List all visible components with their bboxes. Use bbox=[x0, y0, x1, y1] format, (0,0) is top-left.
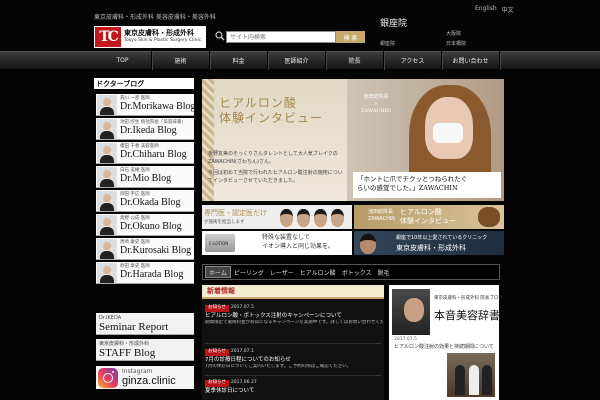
top-links: English 中文 bbox=[475, 5, 514, 14]
dictionary-title: 本音美容辞書 bbox=[434, 309, 500, 322]
nav-item-contact[interactable]: お問い合わせ bbox=[442, 51, 500, 70]
logo-name-en: Tokyo Skin & Plastic Surgery Clinic bbox=[124, 38, 202, 44]
doctor-blog-chiharu[interactable]: 榎田 千春 美容医師 Dr.Chiharu Blog bbox=[96, 142, 194, 164]
avatar bbox=[97, 166, 117, 187]
news-section: 新着情報 お知らせ 2017.07.5 ヒアルロン酸・ボトックス注射のキャンペーン… bbox=[202, 285, 384, 400]
doctor-blog-heading: ドクターブログ bbox=[94, 78, 194, 89]
branch-link-ginza[interactable]: 銀座院 bbox=[380, 40, 395, 47]
status-badge: お知らせ bbox=[205, 380, 229, 387]
tab-laser[interactable]: レーザー bbox=[267, 266, 297, 278]
divider bbox=[205, 343, 381, 344]
banner-quote: 「ホントに爪でチクッとつねられたぐ らいの感覚でした。」ZAWACHIN bbox=[353, 172, 501, 198]
doctor-blog-ikeda[interactable]: 池田 欣生 統括院長「美容辞書」 Dr.Ikeda Blog bbox=[96, 118, 194, 140]
header-tagline: 東京皮膚科・形成外科 美容皮膚科・美容外科 bbox=[94, 14, 216, 21]
avatar bbox=[478, 207, 500, 227]
language-link-english[interactable]: English bbox=[475, 5, 497, 14]
branch-title: 銀座院 bbox=[380, 19, 408, 29]
avatar bbox=[392, 289, 430, 335]
doctor-blog-kurosaki[interactable]: 黒崎 康史 医師 Dr.Kurosaki Blog bbox=[96, 238, 194, 260]
avatar bbox=[314, 209, 327, 227]
nav-item-doctors[interactable]: 医師紹介 bbox=[268, 51, 326, 70]
news-heading: 新着情報 bbox=[202, 285, 384, 299]
doctor-blog-mio[interactable]: 白石 美緒 医師 Dr.Mio Blog bbox=[96, 166, 194, 188]
avatar bbox=[97, 94, 117, 115]
avatar bbox=[97, 262, 117, 283]
nav-item-treatments[interactable]: 施術 bbox=[152, 51, 210, 70]
tab-home[interactable]: ホーム bbox=[205, 266, 231, 278]
list-item[interactable]: お知らせ 2017.07.1 7月の診療日程についてのお知らせ 7月の休診日につい… bbox=[205, 349, 383, 371]
avatar bbox=[97, 214, 117, 235]
list-item[interactable]: お知らせ 2017.06.27 夏季休診日について bbox=[205, 380, 383, 395]
treatment-tabs: ホーム ピーリング レーザー ヒアルロン酸 ボトックス 脱毛 bbox=[202, 264, 500, 280]
search-input[interactable] bbox=[226, 31, 336, 43]
hero-banner-hyaluronic-interview[interactable]: ヒアルロン酸 体験インタビュー 板野友美のそっくりさんタレントとして大人気ブレイ… bbox=[202, 79, 504, 201]
interview-banner-small[interactable]: 池田総院長 ZAWACHIN ヒアルロン酸 体験インタビュー bbox=[354, 205, 504, 229]
doctor-blog-morikawa[interactable]: 森川 一彦 医師 Dr.Morikawa Blog bbox=[96, 94, 196, 116]
tab-botox[interactable]: ボトックス bbox=[339, 266, 375, 278]
seminar-report-link[interactable]: Dr.IKEDA Seminar Report bbox=[96, 313, 194, 335]
post-thumbnail bbox=[447, 353, 495, 397]
banner-description: 板野友美のそっくりさんタレントとして大人気ブレイクのZAWACHIN(ざわちん)… bbox=[208, 151, 343, 184]
lotion-banner[interactable]: C-LOTION 特殊な装置なしで イオン導入と同じ効果を。 bbox=[202, 231, 352, 255]
divider bbox=[205, 375, 381, 376]
avatar bbox=[297, 209, 310, 227]
nav-item-access[interactable]: アクセス bbox=[384, 51, 442, 70]
search-button[interactable]: 検 索 bbox=[336, 31, 365, 43]
nav-item-prices[interactable]: 料金 bbox=[210, 51, 268, 70]
status-badge: お知らせ bbox=[205, 349, 229, 356]
nav-item-director[interactable]: 院長 bbox=[326, 51, 384, 70]
instagram-icon bbox=[98, 367, 118, 388]
avatar bbox=[97, 238, 117, 259]
list-item[interactable]: お知らせ 2017.07.5 ヒアルロン酸・ボトックス注射のキャンペーンについて … bbox=[205, 305, 383, 327]
tab-peeling[interactable]: ピーリング bbox=[231, 266, 267, 278]
avatar bbox=[97, 142, 117, 163]
clinic-banner[interactable]: 銀座で10年以上愛されているクリニック 東京皮膚科・形成外科 bbox=[354, 231, 504, 255]
avatar bbox=[280, 209, 293, 227]
staff-blog-link[interactable]: 東京皮膚科・形成外科 STAFF Blog bbox=[96, 339, 194, 361]
specialist-banner[interactable]: 専門医・認定医だけ が施術を担当します bbox=[202, 205, 352, 229]
logo-mark-icon: TC bbox=[95, 27, 121, 47]
avatar bbox=[360, 234, 376, 254]
language-link-chinese[interactable]: 中文 bbox=[502, 5, 514, 14]
clinic-logo[interactable]: TC 東京皮膚科・形成外科 Tokyo Skin & Plastic Surge… bbox=[94, 26, 206, 48]
main-nav: TOP 施術 料金 医師紹介 院長 アクセス お問い合わせ bbox=[0, 51, 600, 70]
banner-collab-label: 池田総院長 × ZAWACHIN bbox=[361, 94, 391, 114]
branch-link-osaka[interactable]: 大阪院 bbox=[446, 30, 461, 37]
avatar bbox=[97, 190, 117, 211]
nav-item-top[interactable]: TOP bbox=[94, 51, 152, 70]
doctor-blog-okada[interactable]: 岡田 宇広 医師 Dr.Okada Blog bbox=[96, 190, 194, 212]
tab-hair-removal[interactable]: 脱毛 bbox=[375, 266, 393, 278]
avatar bbox=[97, 118, 117, 139]
logo-name-jp: 東京皮膚科・形成外科 bbox=[124, 29, 194, 38]
doctor-blog-okuno[interactable]: 奥野 公成 医師 Dr.Okuno Blog bbox=[96, 214, 194, 236]
tab-hyaluronic[interactable]: ヒアルロン酸 bbox=[297, 266, 339, 278]
beauty-dictionary-blog[interactable]: 東京皮膚科・形成外科 院長ブログ 本音美容辞書 2017.07.5 ヒアルロン酸… bbox=[389, 285, 503, 400]
status-badge: お知らせ bbox=[205, 305, 229, 312]
banner-title: ヒアルロン酸 体験インタビュー bbox=[219, 96, 324, 125]
doctor-blog-harada[interactable]: 原田 章史 医師 Dr.Harada Blog bbox=[96, 262, 194, 284]
instagram-link[interactable]: Instagram ginza.clinic bbox=[96, 366, 194, 389]
page: 東京皮膚科・形成外科 美容皮膚科・美容外科 English 中文 TC 東京皮膚… bbox=[0, 0, 600, 400]
avatar bbox=[331, 209, 344, 227]
dictionary-post-title[interactable]: ヒアルロン酸注射の効果と持続期間について bbox=[394, 344, 494, 351]
branch-link-nihonbashi[interactable]: 日本橋院 bbox=[446, 40, 466, 47]
search-icon bbox=[215, 31, 225, 41]
